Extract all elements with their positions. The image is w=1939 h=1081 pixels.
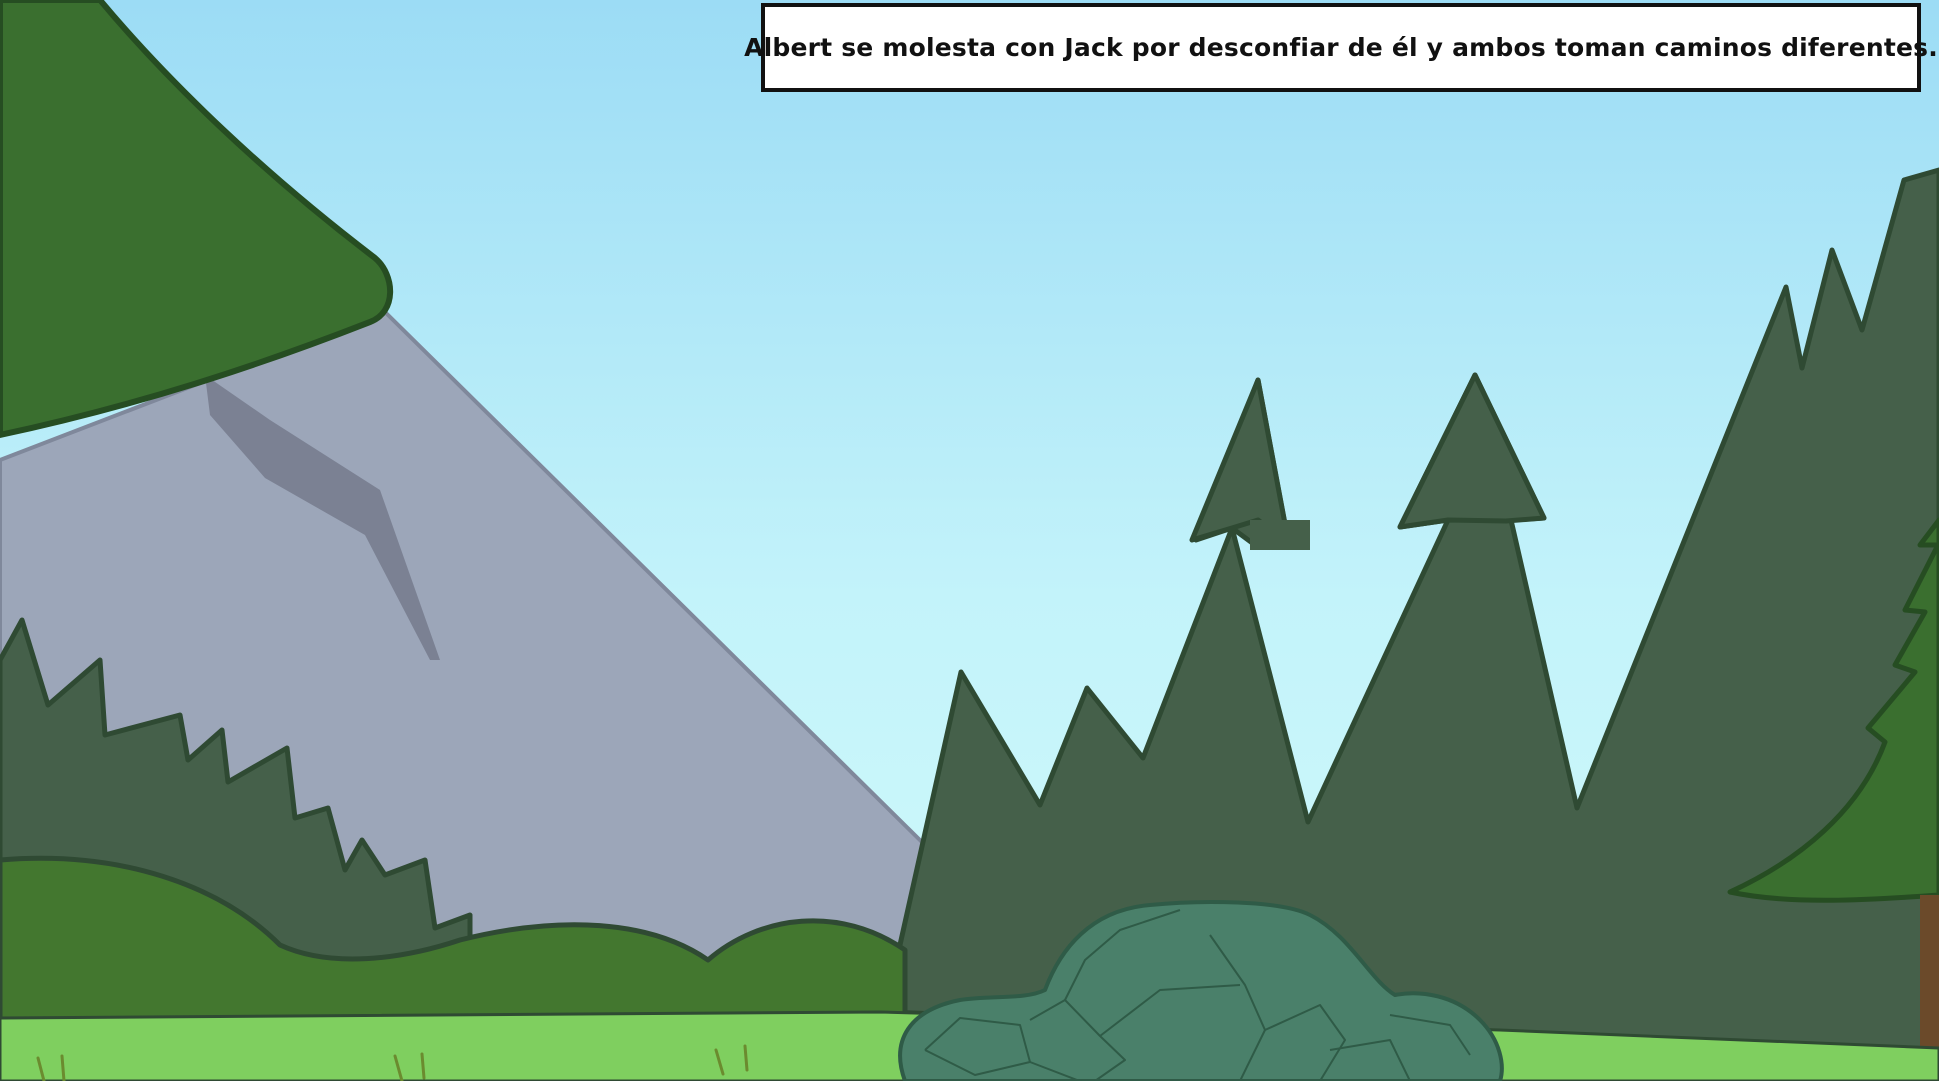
caption-text: Albert se molesta con Jack por desconfia… — [744, 33, 1938, 62]
scene-canvas — [0, 0, 1939, 1081]
forest-fill — [1250, 520, 1310, 550]
forest-scene — [0, 0, 1939, 1081]
caption-box: Albert se molesta con Jack por desconfia… — [744, 3, 1938, 92]
